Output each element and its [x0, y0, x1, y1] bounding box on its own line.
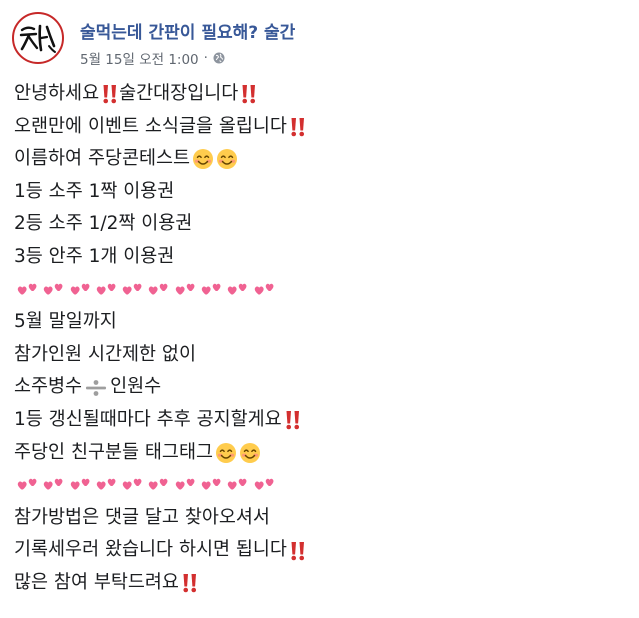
- post-line: 이름하여 주당콘테스트: [14, 143, 624, 176]
- two-hearts-icon: [253, 280, 276, 300]
- post-line: 2등 소주 1/2짝 이용권: [14, 213, 193, 235]
- globe-icon[interactable]: [213, 52, 225, 64]
- post-timestamp[interactable]: 5월 15일 오전 1:00: [80, 48, 199, 68]
- smiling-face-icon: [192, 148, 214, 170]
- double-exclamation-icon: [240, 83, 258, 105]
- heart-row: [14, 469, 624, 502]
- smiling-face-icon: [216, 148, 238, 170]
- post-line: 주당인 친구분들 태그태그: [14, 437, 624, 470]
- division-sign-icon: [84, 378, 108, 398]
- two-hearts-icon: [121, 280, 144, 300]
- post-line: 5월 말일까지: [14, 311, 117, 333]
- post-line: 기록세우러 왔습니다 하시면 됩니다: [14, 534, 624, 567]
- post-line: 오랜만에 이벤트 소식글을 올립니다: [14, 111, 624, 144]
- two-hearts-icon: [42, 475, 65, 495]
- two-hearts-icon: [121, 475, 144, 495]
- double-exclamation-icon: [181, 572, 199, 594]
- post-text: 술간대장입니다: [119, 83, 239, 104]
- brand-logo-icon: [19, 24, 56, 53]
- two-hearts-icon: [69, 280, 92, 300]
- post-text: 기록세우러 왔습니다 하시면 됩니다: [14, 539, 287, 561]
- two-hearts-icon: [42, 280, 65, 300]
- post-line: 소주병수 인원수: [14, 371, 624, 404]
- two-hearts-icon: [200, 280, 223, 300]
- double-exclamation-icon: [289, 540, 307, 562]
- post-line: 안녕하세요 술간대장입니다: [14, 78, 624, 111]
- two-hearts-icon: [95, 280, 118, 300]
- post-line: 많은 참여 부탁드려요: [14, 567, 624, 600]
- post-text: 인원수: [110, 376, 162, 398]
- page-name-link[interactable]: 술먹는데 간판이 필요해? 술간: [80, 18, 295, 43]
- two-hearts-icon: [69, 475, 92, 495]
- page-avatar[interactable]: [12, 12, 64, 64]
- post-line: 1등 갱신될때마다 추후 공지할게요: [14, 404, 624, 437]
- smiling-face-icon: [215, 442, 237, 464]
- double-exclamation-icon: [101, 83, 119, 105]
- post-body: 안녕하세요 술간대장입니다 오랜만에 이벤트 소식글을 올립니다 이름하여 주당…: [14, 78, 624, 600]
- post-text: 안녕하세요: [14, 83, 100, 104]
- two-hearts-icon: [226, 280, 249, 300]
- post-header: 술먹는데 간판이 필요해? 술간 5월 15일 오전 1:00 ·: [12, 12, 627, 68]
- post-text: 소주병수: [14, 376, 83, 398]
- double-exclamation-icon: [289, 116, 307, 138]
- double-exclamation-icon: [284, 409, 302, 431]
- two-hearts-icon: [200, 475, 223, 495]
- post-line: 3등 안주 1개 이용권: [14, 245, 175, 267]
- post-line: 참가방법은 댓글 달고 찾아오셔서: [14, 506, 270, 528]
- two-hearts-icon: [16, 280, 39, 300]
- post-line: 참가인원 시간제한 없이: [14, 343, 196, 365]
- heart-row: [14, 274, 624, 307]
- two-hearts-icon: [16, 475, 39, 495]
- post-text: 1등 갱신될때마다 추후 공지할게요: [14, 408, 282, 430]
- post-text: 주당인 친구분들 태그태그: [14, 441, 213, 463]
- post-line: 1등 소주 1짝 이용권: [14, 180, 175, 202]
- two-hearts-icon: [174, 280, 197, 300]
- smiling-face-icon: [239, 442, 261, 464]
- two-hearts-icon: [174, 475, 197, 495]
- post-text: 이름하여 주당콘테스트: [14, 148, 191, 170]
- post-text: 오랜만에 이벤트 소식글을 올립니다: [14, 115, 287, 137]
- meta-separator: ·: [203, 50, 208, 66]
- two-hearts-icon: [147, 280, 170, 300]
- two-hearts-icon: [253, 475, 276, 495]
- two-hearts-icon: [226, 475, 249, 495]
- two-hearts-icon: [147, 475, 170, 495]
- post-meta: 5월 15일 오전 1:00 ·: [80, 48, 225, 68]
- two-hearts-icon: [95, 475, 118, 495]
- post-text: 많은 참여 부탁드려요: [14, 571, 179, 593]
